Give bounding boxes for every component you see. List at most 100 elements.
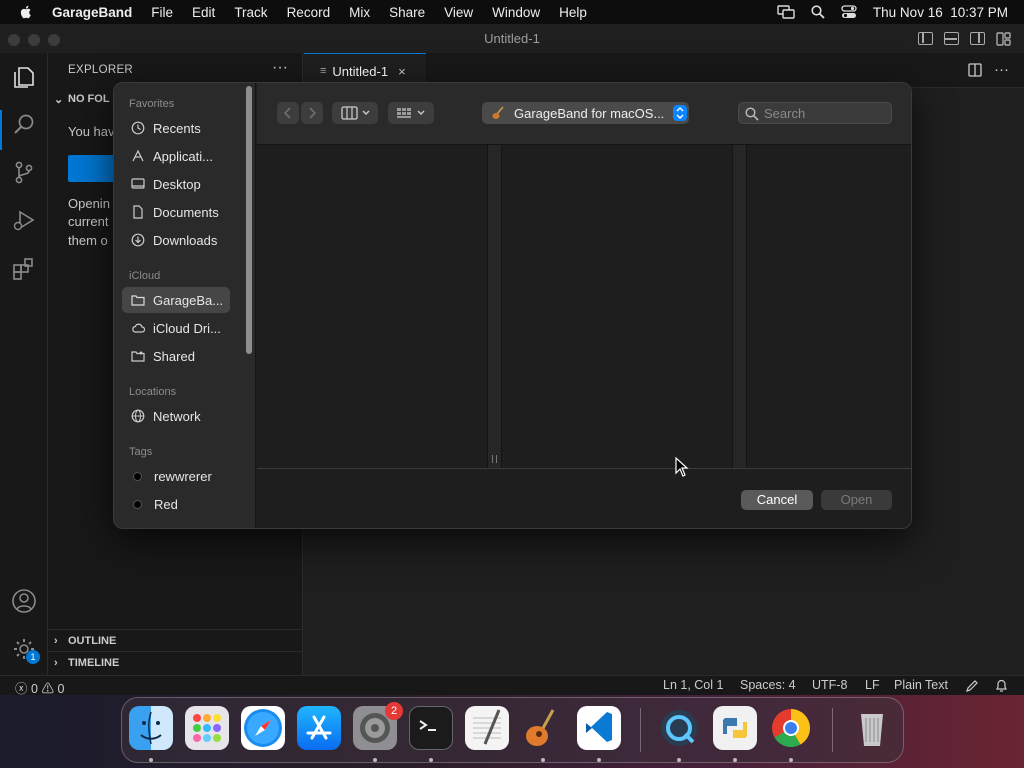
toggle-panel-icon[interactable] bbox=[944, 32, 959, 45]
accounts-icon[interactable] bbox=[10, 587, 38, 615]
favorites-group-label: Favorites bbox=[129, 98, 175, 110]
sidebar-item-label: Downloads bbox=[153, 232, 218, 248]
menu-track[interactable]: Track bbox=[234, 5, 267, 20]
quicktime-icon[interactable] bbox=[657, 706, 701, 750]
document-icon bbox=[133, 205, 143, 219]
menu-mix[interactable]: Mix bbox=[349, 5, 370, 20]
menu-view[interactable]: View bbox=[444, 5, 473, 20]
explorer-icon[interactable] bbox=[10, 63, 38, 91]
eol-status[interactable]: LF bbox=[865, 678, 880, 692]
feedback-icon[interactable] bbox=[965, 679, 979, 693]
column-resize-handle-icon[interactable] bbox=[492, 455, 497, 463]
sidebar-scrollbar[interactable] bbox=[246, 86, 252, 354]
menu-file[interactable]: File bbox=[151, 5, 173, 20]
file-lines-icon: ≡ bbox=[320, 65, 327, 77]
sidebar-item-network[interactable]: Network bbox=[122, 403, 230, 429]
opening-folder-text-3: them o bbox=[68, 233, 108, 248]
sidebar-item-icloud-drive[interactable]: iCloud Dri... bbox=[122, 315, 230, 341]
column-divider-1[interactable] bbox=[487, 145, 502, 468]
menubar-clock[interactable]: Thu Nov 16 10:37 PM bbox=[873, 5, 1008, 20]
column-divider-2[interactable] bbox=[732, 145, 747, 468]
search-icon[interactable] bbox=[10, 111, 38, 139]
forward-button[interactable] bbox=[301, 102, 323, 124]
vscode-icon[interactable] bbox=[577, 706, 621, 750]
editor-more-actions-icon[interactable]: ··· bbox=[994, 61, 1009, 78]
menu-window[interactable]: Window bbox=[492, 5, 540, 20]
timeline-section-header[interactable]: › TIMELINE bbox=[48, 651, 303, 673]
sidebar-item-desktop[interactable]: Desktop bbox=[122, 171, 230, 197]
app-store-icon[interactable] bbox=[297, 706, 341, 750]
group-by-button[interactable] bbox=[388, 102, 434, 124]
outline-section-header[interactable]: › OUTLINE bbox=[48, 629, 303, 651]
cancel-button[interactable]: Cancel bbox=[741, 490, 813, 510]
search-input[interactable] bbox=[764, 105, 884, 121]
source-control-icon[interactable] bbox=[10, 158, 38, 186]
menu-app-name[interactable]: GarageBand bbox=[52, 5, 132, 20]
dock: 2 bbox=[121, 697, 904, 763]
sidebar-item-label: Desktop bbox=[153, 176, 201, 192]
sidebar-item-recents[interactable]: Recents bbox=[122, 115, 230, 141]
menu-record[interactable]: Record bbox=[287, 5, 331, 20]
chrome-icon[interactable] bbox=[769, 706, 813, 750]
cursor-position-status[interactable]: Ln 1, Col 1 bbox=[663, 678, 723, 692]
launchpad-icon[interactable] bbox=[185, 706, 229, 750]
terminal-icon[interactable] bbox=[409, 706, 453, 750]
language-mode-status[interactable]: Plain Text bbox=[894, 678, 948, 692]
error-icon: ⓧ bbox=[15, 682, 28, 696]
safari-icon[interactable] bbox=[241, 706, 285, 750]
sidebar-item-label: iCloud Dri... bbox=[153, 320, 221, 336]
sidebar-item-tag-partial[interactable] bbox=[122, 519, 230, 528]
icloud-group-label: iCloud bbox=[129, 270, 161, 282]
sidebar-item-label: rewwrerer bbox=[154, 468, 212, 484]
window-title: Untitled-1 bbox=[484, 31, 540, 46]
menu-help[interactable]: Help bbox=[559, 5, 587, 20]
encoding-status[interactable]: UTF-8 bbox=[812, 678, 847, 692]
screen-mirroring-icon[interactable] bbox=[777, 5, 795, 19]
toggle-secondary-sidebar-icon[interactable] bbox=[970, 32, 985, 45]
sidebar-item-garageband[interactable]: GarageBa... bbox=[122, 287, 230, 313]
browser-divider bbox=[257, 468, 911, 469]
notifications-bell-icon[interactable] bbox=[995, 679, 1008, 693]
garageband-icon[interactable] bbox=[521, 706, 565, 750]
sidebar-item-tag-rewwrerer[interactable]: rewwrerer bbox=[122, 463, 230, 489]
textedit-icon[interactable] bbox=[465, 706, 509, 750]
chevron-right-icon: › bbox=[54, 656, 58, 669]
view-mode-button[interactable] bbox=[332, 102, 378, 124]
toggle-primary-sidebar-icon[interactable] bbox=[918, 32, 933, 45]
chevron-left-icon bbox=[283, 107, 291, 119]
explorer-more-button[interactable]: ··· bbox=[272, 59, 288, 77]
sidebar-item-label: Applicati... bbox=[153, 148, 213, 164]
sidebar-item-downloads[interactable]: Downloads bbox=[122, 227, 230, 253]
applications-icon bbox=[132, 149, 144, 162]
python-launcher-icon[interactable] bbox=[713, 706, 757, 750]
tab-close-icon[interactable]: × bbox=[398, 64, 406, 79]
activity-bar: 1 bbox=[0, 53, 48, 675]
extensions-icon[interactable] bbox=[10, 255, 38, 283]
shared-folder-icon bbox=[131, 351, 145, 362]
run-and-debug-icon[interactable] bbox=[10, 206, 38, 234]
trash-icon[interactable] bbox=[850, 706, 894, 750]
dialog-browser: GarageBand for macOS... Cancel Open bbox=[257, 83, 911, 528]
spotlight-search-icon[interactable] bbox=[811, 5, 825, 19]
control-center-icon[interactable] bbox=[841, 5, 857, 19]
clock-icon bbox=[131, 121, 145, 135]
apple-menu-icon[interactable] bbox=[18, 4, 34, 20]
menu-share[interactable]: Share bbox=[389, 5, 425, 20]
location-popup-button[interactable]: GarageBand for macOS... bbox=[482, 102, 689, 124]
open-button[interactable]: Open bbox=[821, 490, 892, 510]
cloud-icon bbox=[132, 323, 145, 333]
search-field[interactable] bbox=[738, 102, 892, 124]
split-editor-icon[interactable] bbox=[968, 63, 982, 77]
back-button[interactable] bbox=[277, 102, 299, 124]
indentation-status[interactable]: Spaces: 4 bbox=[740, 678, 796, 692]
finder-running-indicator bbox=[149, 758, 153, 762]
sidebar-item-tag-red[interactable]: Red bbox=[122, 491, 230, 517]
sidebar-item-shared[interactable]: Shared bbox=[122, 343, 230, 369]
settings-running-indicator bbox=[373, 758, 377, 762]
sidebar-item-documents[interactable]: Documents bbox=[122, 199, 230, 225]
menu-edit[interactable]: Edit bbox=[192, 5, 215, 20]
customize-layout-icon[interactable] bbox=[996, 32, 1011, 46]
finder-icon[interactable] bbox=[129, 706, 173, 750]
sidebar-item-applications[interactable]: Applicati... bbox=[122, 143, 230, 169]
sidebar-item-label: Documents bbox=[153, 204, 219, 220]
